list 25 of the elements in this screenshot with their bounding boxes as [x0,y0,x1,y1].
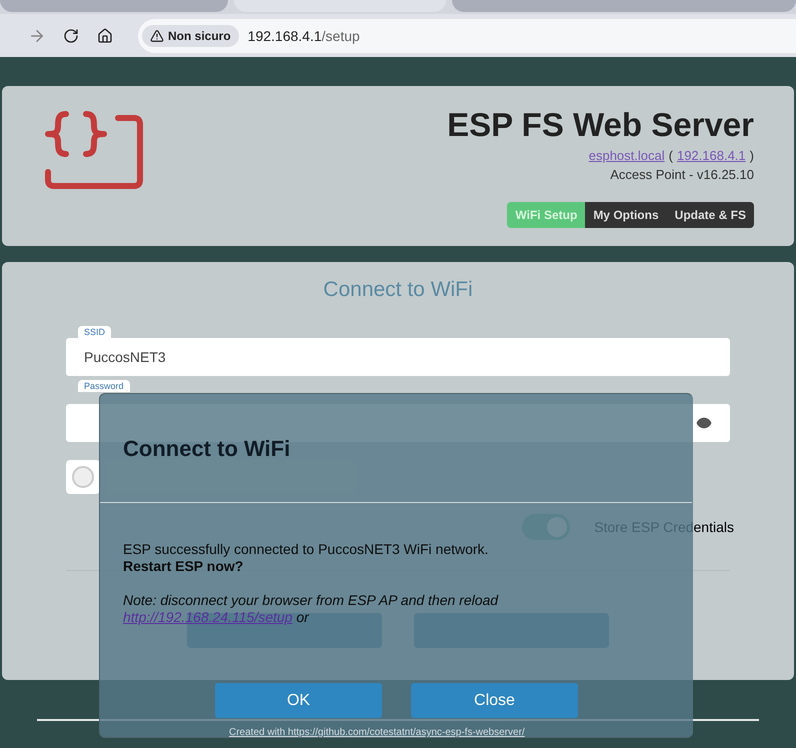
dialog-button[interactable]: OK [215,683,382,718]
menu-tab[interactable]: Update & FS [666,202,754,228]
dialog-message: ESP successfully connected to PuccosNET3 WiFi network. Restart ESP now? [123,541,488,575]
host-link[interactable]: esphost.local [588,148,665,163]
paren-text: ) [750,148,754,163]
paren-text: ( [668,148,673,163]
ssid-field[interactable]: PuccosNET3 [66,338,730,376]
menu-tab[interactable]: My Options [585,202,667,228]
code-logo-icon [42,110,146,190]
site-title: ESP FS Web Server [447,106,754,144]
form-title: Connect to WiFi [323,278,473,302]
warning-icon [150,28,164,42]
address-bar[interactable]: Non sicuro 192.168.4.1/setup [138,18,796,52]
mode-text: Access Point - v16.25.10 [610,167,754,182]
dialog-title: Connect to WiFi [123,437,290,461]
eye-icon[interactable] [696,415,712,431]
footer-link[interactable]: Created with https://github.com/cotestatnt/async-esp-fs-webserver/ [229,727,525,738]
field-label: Password [78,380,130,392]
dialog-note: Note: disconnect your browser from ESP AP and then reload http://192.168.24.115/setup or [123,592,500,626]
url-text: 192.168.4.1/setup [248,28,360,44]
field-label: SSID [78,326,112,338]
ip-link[interactable]: 192.168.4.1 [676,148,746,163]
checkbox[interactable] [66,460,100,494]
security-chip[interactable]: Non sicuro [142,24,239,46]
dialog-button[interactable]: Close [411,683,578,718]
